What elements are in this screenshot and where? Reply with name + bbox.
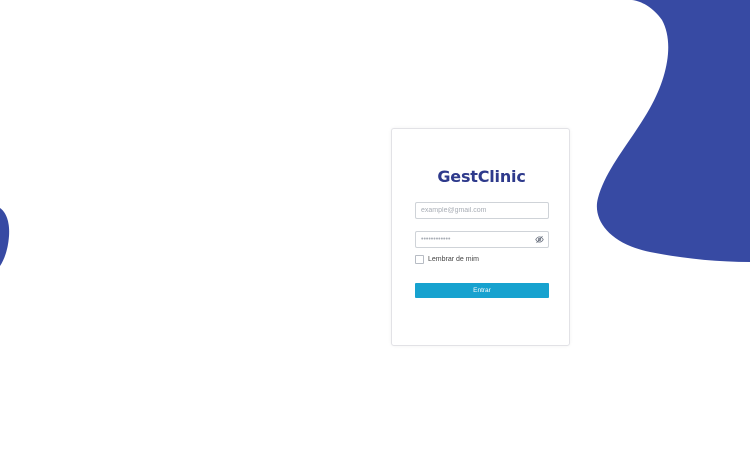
background-decoration [0, 0, 750, 266]
password-input[interactable] [415, 231, 549, 248]
email-input[interactable] [415, 202, 549, 219]
remember-label: Lembrar de mim [428, 256, 479, 263]
submit-button[interactable]: Entrar [415, 283, 549, 298]
left-blob [0, 208, 10, 266]
login-card: GestClinic Lembrar de mim Entrar [391, 128, 570, 346]
eye-off-icon[interactable] [535, 235, 544, 244]
remember-checkbox[interactable] [415, 255, 424, 264]
remember-me[interactable]: Lembrar de mim [415, 255, 479, 264]
login-page: GestClinic Lembrar de mim Entrar [0, 0, 750, 450]
right-blob [596, 0, 750, 262]
brand-title: GestClinic [437, 167, 526, 186]
